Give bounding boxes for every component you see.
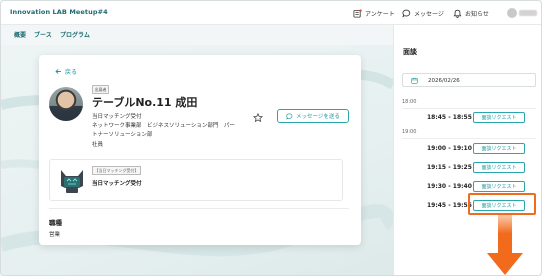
survey-label: アンケート [365, 10, 395, 18]
bell-icon [453, 9, 462, 18]
profile-line-1: 当日マッチング受付 [92, 114, 142, 120]
profile-photo [49, 87, 83, 121]
profile-line-3: トナーソリューション部 [92, 132, 153, 138]
slot-time: 18:45 - 18:55 [427, 114, 472, 121]
slot-time: 19:00 - 19:10 [427, 145, 472, 152]
top-header: Innovation LAB Meetup#4 アンケート メッセージ お知らせ [1, 1, 541, 25]
survey-icon [353, 8, 362, 18]
slot-time: 19:45 - 19:55 [427, 202, 472, 209]
job-label: 職種 [49, 219, 62, 227]
arrow-down-icon [487, 215, 523, 275]
send-message-button[interactable]: メッセージを送る [277, 109, 349, 123]
star-icon[interactable] [253, 113, 263, 123]
app-window: Innovation LAB Meetup#4 アンケート メッセージ お知らせ… [0, 0, 542, 276]
booth-name: 当日マッチング受付 [92, 181, 142, 187]
sub-navigation: 概要 ブース プログラム [1, 25, 393, 45]
tab-overview[interactable]: 概要 [14, 30, 26, 39]
back-label: 戻る [65, 69, 78, 76]
divider [49, 208, 349, 209]
cat-robot-logo-icon [61, 170, 83, 193]
notice-label: お知らせ [465, 10, 489, 18]
tab-booth[interactable]: ブース [34, 30, 52, 39]
message-link[interactable]: メッセージ [402, 7, 444, 19]
meeting-request-button[interactable]: 面談リクエスト [473, 143, 525, 154]
calendar-icon [411, 77, 418, 84]
job-value: 営業 [49, 232, 61, 238]
message-label: メッセージ [414, 10, 444, 18]
meeting-request-button[interactable]: 面談リクエスト [473, 162, 525, 173]
person-name: テーブルNo.11 成田 [92, 96, 198, 109]
hour-label-18: 18:00 [402, 99, 417, 105]
hour-divider [402, 108, 536, 109]
arrow-left-icon [55, 69, 61, 74]
notice-link[interactable]: お知らせ [453, 7, 489, 19]
meeting-request-button[interactable]: 面談リクエスト [473, 181, 525, 192]
role-badge: 出展者 [92, 85, 109, 94]
tab-program[interactable]: プログラム [60, 30, 90, 39]
hour-divider [402, 138, 536, 139]
profile-line-4: 社員 [92, 142, 104, 148]
profile-card: 戻る 出展者 テーブルNo.11 成田 当日マッチング受付 ネットワーク事業部 … [39, 55, 361, 245]
chat-icon [402, 9, 411, 17]
booth-card[interactable]: 【当日マッチング受付】 当日マッチング受付 [49, 159, 343, 201]
slot-time: 19:30 - 19:40 [427, 183, 472, 190]
booth-badge: 【当日マッチング受付】 [92, 166, 141, 175]
meeting-panel-title: 面談 [403, 48, 417, 56]
highlight-box [468, 193, 536, 215]
send-message-label: メッセージを送る [296, 114, 340, 120]
hour-label-19: 19:00 [402, 129, 417, 135]
back-link[interactable]: 戻る [55, 67, 77, 76]
user-avatar[interactable] [507, 8, 517, 18]
meeting-request-button[interactable]: 面談リクエスト [473, 112, 525, 123]
survey-link[interactable]: アンケート [353, 7, 395, 19]
app-title[interactable]: Innovation LAB Meetup#4 [10, 8, 108, 16]
user-name-blurred[interactable] [519, 10, 537, 16]
slot-time: 19:15 - 19:25 [427, 164, 472, 171]
date-picker[interactable]: 2026/02/26 [402, 73, 536, 87]
chat-icon [286, 113, 293, 120]
selected-date: 2026/02/26 [428, 77, 460, 84]
profile-line-2: ネットワーク事業部 ビジネスソリューション部門 パー [92, 123, 235, 129]
